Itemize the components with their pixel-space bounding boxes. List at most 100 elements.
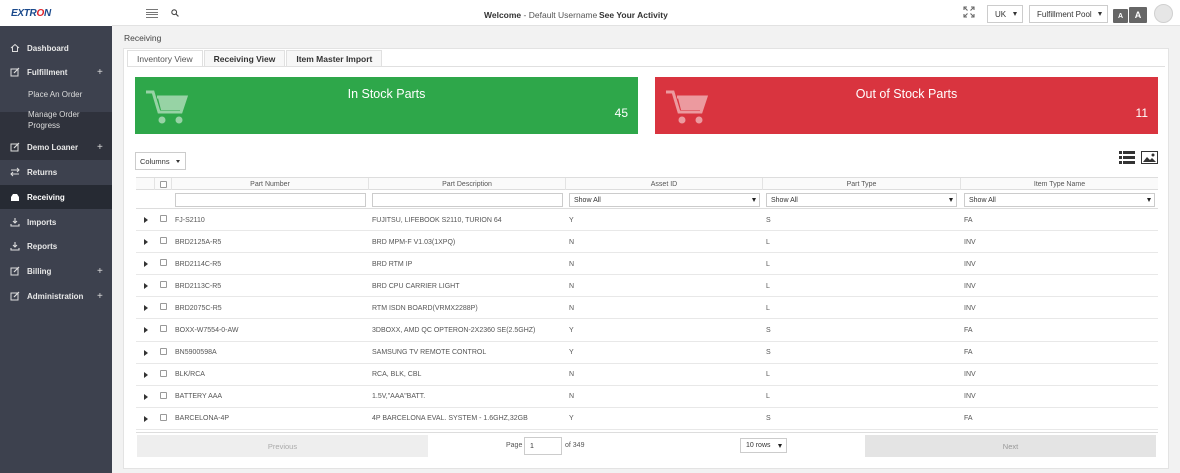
page-number-input[interactable]: 1: [524, 437, 562, 455]
expand-row-icon[interactable]: [144, 415, 148, 422]
rows-per-page-select[interactable]: 10 rows: [740, 438, 787, 453]
row-checkbox[interactable]: [160, 215, 167, 222]
expand-row-icon[interactable]: [144, 217, 148, 223]
expand-row-icon[interactable]: [144, 283, 148, 290]
search-icon[interactable]: [171, 9, 179, 17]
row-checkbox[interactable]: [160, 325, 167, 333]
see-activity-link[interactable]: See Your Activity: [599, 10, 668, 20]
table-row[interactable]: FJ-S2110 FUJITSU, LIFEBOOK S2110, TURION …: [136, 209, 1158, 232]
sidebar-item-receiving[interactable]: Receiving: [0, 185, 112, 209]
expand-plus-icon[interactable]: +: [97, 142, 103, 153]
avatar[interactable]: [1154, 4, 1173, 23]
previous-button[interactable]: Previous: [137, 435, 428, 457]
next-button[interactable]: Next: [865, 435, 1156, 457]
header-part-type[interactable]: Part Type: [763, 178, 961, 190]
sidebar-item-administration[interactable]: Administration +: [0, 284, 112, 308]
table-row[interactable]: BOXX-W7554-0-AW 3DBOXX, AMD QC OPTERON-2X…: [136, 319, 1158, 342]
top-header: EXTRON Welcome - Default Username See Yo…: [0, 0, 1180, 26]
list-view-icon[interactable]: [1119, 151, 1135, 164]
row-checkbox[interactable]: [160, 391, 167, 399]
font-increase-button[interactable]: A: [1129, 7, 1147, 23]
filter-part-description-input[interactable]: [372, 193, 563, 207]
pool-select[interactable]: Fulfillment Pool: [1029, 5, 1108, 23]
font-decrease-button[interactable]: A: [1113, 9, 1128, 23]
menu-toggle-icon[interactable]: [146, 9, 158, 18]
table-row[interactable]: BLK/RCA RCA, BLK, CBL N L INV: [136, 364, 1158, 386]
filter-part-type-select[interactable]: Show All: [766, 193, 957, 207]
expand-row-icon[interactable]: [144, 239, 148, 246]
row-checkbox[interactable]: [160, 347, 167, 355]
tab-inventory-view[interactable]: Inventory View: [127, 50, 203, 66]
cell-part-number: FJ-S2110: [175, 216, 205, 224]
cell-part-type: L: [766, 238, 770, 246]
expand-row-icon[interactable]: [144, 327, 148, 334]
expand-plus-icon[interactable]: +: [97, 266, 103, 277]
header-part-description[interactable]: Part Description: [369, 178, 566, 190]
page-count-label: of 349: [565, 442, 585, 449]
row-checkbox[interactable]: [160, 281, 167, 289]
row-checkbox[interactable]: [160, 259, 167, 267]
row-checkbox[interactable]: [160, 237, 167, 245]
row-checkbox[interactable]: [160, 369, 167, 377]
welcome-text: Welcome - Default Username: [484, 10, 598, 20]
cell-part-number: BN5900598A: [175, 349, 217, 357]
cell-part-type: L: [766, 393, 770, 401]
sidebar-item-reports[interactable]: Reports: [0, 234, 112, 258]
header-item-type-name[interactable]: Item Type Name: [961, 178, 1158, 190]
expand-row-icon[interactable]: [144, 371, 148, 378]
inbox-icon: [11, 194, 19, 201]
fullscreen-icon[interactable]: [963, 6, 975, 18]
table-header: Part Number Part Description Asset ID Pa…: [136, 177, 1158, 190]
extron-logo[interactable]: EXTRON: [11, 8, 51, 19]
select-all-checkbox[interactable]: [159, 180, 167, 188]
table-row[interactable]: BRD2113C-R5 BRD CPU CARRIER LIGHT N L INV: [136, 275, 1158, 298]
submenu-manage-order-progress[interactable]: Manage Order Progress: [28, 110, 88, 131]
sidebar-item-label: Returns: [27, 167, 58, 177]
submenu-place-order[interactable]: Place An Order: [28, 90, 82, 101]
tab-item-master-import[interactable]: Item Master Import: [286, 50, 383, 66]
in-stock-count: 45: [614, 106, 628, 120]
columns-dropdown[interactable]: Columns: [135, 152, 186, 170]
sidebar-item-label: Administration: [27, 291, 84, 301]
expand-row-icon[interactable]: [144, 261, 148, 268]
row-checkbox[interactable]: [160, 303, 167, 311]
expand-plus-icon[interactable]: +: [97, 291, 103, 302]
tab-receiving-view[interactable]: Receiving View: [203, 50, 286, 66]
cell-part-description: BRD MPM-F V1.03(1XPQ): [372, 238, 456, 246]
region-select[interactable]: UK: [987, 5, 1023, 23]
header-expand-col: [136, 178, 155, 190]
sidebar-item-demo-loaner[interactable]: Demo Loaner +: [0, 135, 112, 159]
header-asset-id[interactable]: Asset ID: [566, 178, 763, 190]
sidebar-item-imports[interactable]: Imports: [0, 210, 112, 234]
table-row[interactable]: BRD2114C-R5 BRD RTM IP N L INV: [136, 253, 1158, 276]
table-row[interactable]: BARCELONA-4P 4P BARCELONA EVAL. SYSTEM - …: [136, 408, 1158, 430]
expand-row-icon[interactable]: [144, 305, 148, 312]
sidebar-item-billing[interactable]: Billing +: [0, 259, 112, 283]
cell-part-description: 3DBOXX, AMD QC OPTERON-2X2360 SE(2.5GHZ): [372, 326, 536, 334]
cell-part-type: L: [766, 282, 770, 290]
table-row[interactable]: BRD2125A-R5 BRD MPM-F V1.03(1XPQ) N L INV: [136, 231, 1158, 254]
cell-part-description: SAMSUNG TV REMOTE CONTROL: [372, 349, 487, 357]
table-row[interactable]: BATTERY AAA 1.5V,"AAA"BATT. N L INV: [136, 386, 1158, 408]
filter-item-type-select[interactable]: Show All: [964, 193, 1155, 207]
row-checkbox[interactable]: [160, 413, 167, 421]
out-stock-card[interactable]: Out of Stock Parts 11: [655, 77, 1158, 134]
expand-plus-icon[interactable]: +: [97, 67, 103, 78]
sidebar-item-returns[interactable]: Returns: [0, 160, 112, 184]
image-view-icon[interactable]: [1141, 151, 1158, 164]
sidebar-item-label: Imports: [27, 217, 57, 227]
expand-row-icon[interactable]: [144, 393, 148, 400]
cell-part-number: BOXX-W7554-0-AW: [175, 326, 239, 334]
header-part-number[interactable]: Part Number: [172, 178, 369, 190]
sidebar-item-fulfillment[interactable]: Fulfillment +: [0, 60, 112, 84]
expand-row-icon[interactable]: [144, 349, 148, 356]
filter-asset-id-select[interactable]: Show All: [569, 193, 760, 207]
in-stock-card[interactable]: In Stock Parts 45: [135, 77, 638, 134]
cell-asset-id: Y: [569, 326, 574, 334]
cell-asset-id: N: [569, 238, 575, 246]
table-row[interactable]: BRD2075C-R5 RTM ISDN BOARD(VRMX2288P) N L IN…: [136, 297, 1158, 320]
filter-part-number-input[interactable]: [175, 193, 366, 207]
sidebar-item-dashboard[interactable]: Dashboard: [0, 36, 112, 60]
out-stock-title: Out of Stock Parts: [855, 87, 958, 101]
table-row[interactable]: BN5900598A SAMSUNG TV REMOTE CONTROL Y S FA: [136, 342, 1158, 364]
